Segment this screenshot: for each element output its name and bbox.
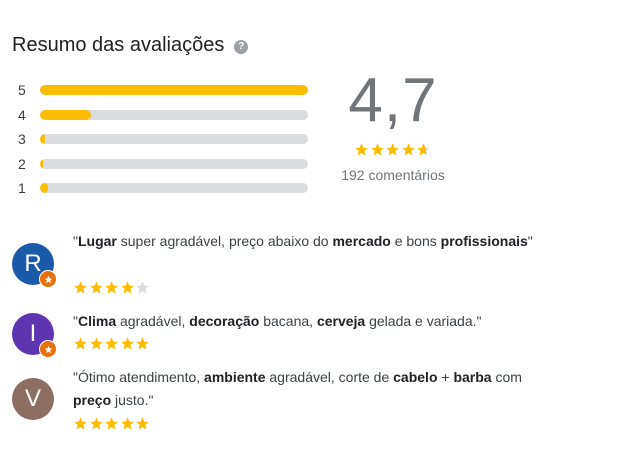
reviewer-avatar[interactable]: V [12, 378, 54, 420]
rating-bar-track [40, 85, 308, 96]
review-text-segment: "Ótimo atendimento, [73, 369, 205, 385]
star-icon [120, 281, 134, 294]
star-icon [136, 337, 149, 350]
highlighted-keyword: preço [73, 392, 112, 408]
review-text-segment: agradável, [116, 313, 190, 329]
review-text-segment: agradável, corte de [265, 369, 394, 385]
star-icon [120, 417, 134, 430]
review-count-link[interactable]: 192 comentários [330, 167, 456, 183]
average-stars [330, 142, 456, 157]
star-icon [402, 143, 415, 156]
star-icon [74, 417, 87, 430]
highlighted-keyword: profissionais [440, 233, 528, 249]
rating-bar-fill [40, 183, 49, 194]
rating-bar-label: 4 [18, 106, 26, 123]
highlighted-keyword: cabelo [393, 369, 438, 385]
highlighted-keyword: Clima [77, 313, 117, 329]
highlighted-keyword: mercado [332, 233, 391, 249]
review-text-segment: gelada e variada." [365, 313, 482, 329]
review-text-segment: justo." [111, 392, 154, 408]
star-icon [105, 281, 118, 294]
review-snippet-text[interactable]: "Ótimo atendimento, ambiente agradável, … [73, 366, 543, 412]
rating-bar-fill [40, 109, 91, 120]
star-icon [89, 417, 103, 430]
rating-bar-row-3: 3 [18, 127, 308, 152]
reviewer-avatar[interactable]: I [12, 313, 57, 358]
highlighted-keyword: cerveja [316, 313, 366, 329]
review-snippet-text[interactable]: "Clima agradável, decoração bacana, cerv… [73, 310, 543, 333]
rating-bar-label: 1 [18, 180, 26, 197]
rating-bar-track [40, 109, 308, 120]
star-icon [417, 143, 430, 156]
rating-bar-row-1: 1 [18, 176, 308, 201]
avatar-initial: I [29, 320, 37, 347]
reviewer-avatar[interactable]: R [12, 243, 57, 288]
rating-summary: 4,7 192 comentários [330, 66, 456, 183]
highlighted-keyword: decoração [189, 313, 260, 329]
review-text-segment: e bons [390, 233, 441, 249]
star-icon [136, 417, 149, 430]
reviews-summary-header: Resumo das avaliações ? [12, 34, 249, 57]
star-icon [74, 337, 87, 350]
rating-bar-fill [40, 134, 46, 145]
review-text-segment: super agradável, preço abaixo do [116, 233, 333, 249]
star-icon [105, 417, 118, 430]
star-icon [89, 337, 103, 350]
avatar-initial: V [24, 385, 41, 412]
rating-distribution: 5 4 3 2 1 [18, 78, 308, 201]
review-stars [73, 416, 151, 431]
rating-bar-track [40, 158, 308, 169]
review-stars [73, 336, 151, 351]
rating-bar-fill [40, 85, 308, 96]
highlighted-keyword: ambiente [204, 369, 266, 385]
star-icon [89, 281, 103, 294]
rating-bar-row-5: 5 [18, 78, 308, 103]
local-guide-badge-icon [39, 340, 57, 358]
review-snippet-text[interactable]: "Lugar super agradável, preço abaixo do … [73, 230, 543, 253]
rating-bar-fill [40, 158, 44, 169]
rating-bar-label: 5 [18, 82, 26, 99]
help-icon[interactable]: ? [234, 39, 249, 54]
highlighted-keyword: barba [453, 369, 492, 385]
rating-bar-row-4: 4 [18, 103, 308, 128]
star-icon [120, 337, 134, 350]
local-guide-badge-icon [39, 270, 57, 288]
rating-bar-row-2: 2 [18, 152, 308, 177]
star-icon [355, 143, 368, 156]
average-score: 4,7 [348, 66, 438, 135]
review-text-segment: bacana, [259, 313, 317, 329]
star-icon [136, 281, 149, 294]
summary-title: Resumo das avaliações [12, 34, 225, 56]
star-icon [371, 143, 384, 156]
star-icon [105, 337, 118, 350]
review-text-segment: " [527, 233, 533, 249]
star-icon [386, 143, 399, 156]
rating-bar-label: 3 [18, 131, 26, 148]
review-text-segment: + [437, 369, 454, 385]
rating-bar-track [40, 134, 308, 145]
rating-bar-label: 2 [18, 155, 26, 172]
star-icon [74, 281, 87, 294]
review-text-segment: com [491, 369, 522, 385]
rating-bar-track [40, 183, 308, 194]
highlighted-keyword: Lugar [77, 233, 117, 249]
review-stars [73, 280, 151, 295]
